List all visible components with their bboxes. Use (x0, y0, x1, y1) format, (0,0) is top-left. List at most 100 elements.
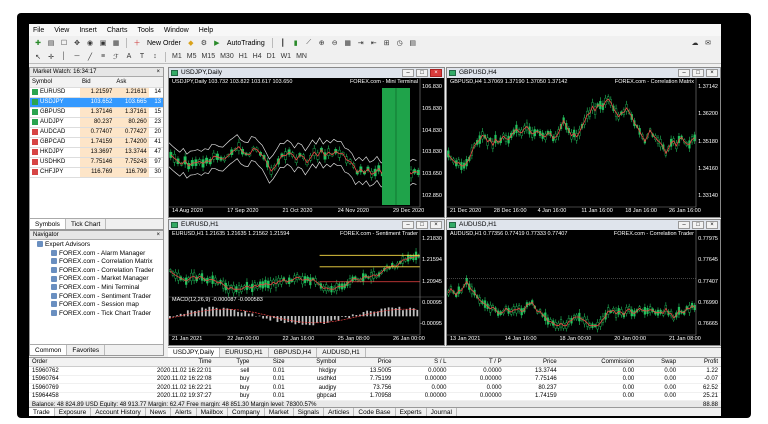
timeframe-mn[interactable]: MN (295, 52, 308, 62)
tab-symbols[interactable]: Symbols (30, 219, 66, 229)
menu-charts[interactable]: Charts (107, 27, 128, 34)
label-tool-icon[interactable]: T (137, 52, 147, 62)
terminal-header[interactable]: Swap (637, 358, 680, 367)
terminal-header[interactable]: Order (29, 358, 95, 367)
autotrading-icon[interactable]: ▶ (212, 38, 222, 48)
timeframe-d1[interactable]: D1 (266, 52, 277, 62)
close-icon[interactable]: × (430, 69, 442, 77)
channel-icon[interactable]: ≡ (98, 52, 108, 62)
nav-item[interactable]: FOREX.com - Market Manager (33, 275, 160, 284)
bar-chart-icon[interactable]: ┃ (278, 38, 288, 48)
timeframe-m15[interactable]: M15 (200, 52, 216, 62)
maximize-icon[interactable]: □ (416, 221, 428, 229)
templates-icon[interactable]: ▤ (408, 38, 418, 48)
column-header-ask[interactable]: Ask (114, 77, 149, 88)
column-header-symbol[interactable]: Symbol (30, 77, 80, 88)
order-row[interactable]: 15964458 2020.11.02 19:37:27 buy 0.01 gbpcad… (29, 392, 721, 401)
terminal-header[interactable]: Time (94, 358, 215, 367)
menu-tools[interactable]: Tools (137, 27, 153, 34)
column-header-bid[interactable]: Bid (79, 77, 115, 88)
chart-window-audusd[interactable]: AUDUSD,H1 – □ × AUDUSD,H1 0.77356 0.77419 0.… (446, 219, 721, 346)
tile-windows-icon[interactable]: ▦ (343, 38, 353, 48)
chart-tab-gbpusd[interactable]: GBPUSD,H4 (269, 348, 318, 357)
nav-expert-advisors[interactable]: Expert Advisors (33, 241, 160, 250)
terminal-header[interactable]: Price (339, 358, 395, 367)
new-order-button[interactable]: New Order (145, 40, 183, 47)
terminal-header[interactable]: S / L (394, 358, 450, 367)
cursor-icon[interactable]: ↖ (33, 52, 43, 62)
terminal-header[interactable]: Symbol (287, 358, 340, 367)
terminal-tab-news[interactable]: News (146, 408, 172, 416)
text-tool-icon[interactable]: A (124, 52, 134, 62)
chart-title-bar[interactable]: AUDUSD,H1 – □ × (447, 220, 720, 230)
chat-icon[interactable]: ☁ (690, 38, 700, 48)
close-icon[interactable]: × (156, 231, 160, 240)
chart-canvas[interactable] (169, 78, 444, 217)
nav-item[interactable]: FOREX.com - Session map (33, 301, 160, 310)
nav-item[interactable]: FOREX.com - Tick Chart Trader (33, 310, 160, 319)
chart-title-bar[interactable]: USDJPY,Daily – □ × (169, 68, 444, 78)
watch-row-usdhkd[interactable]: USDHKD 7.75146 7.75243 97 (30, 157, 163, 168)
watch-row-audjpy[interactable]: AUDJPY 80.237 80.260 23 (30, 117, 163, 128)
terminal-tab-experts[interactable]: Experts (396, 408, 427, 416)
terminal-header[interactable]: Profit (679, 358, 721, 367)
crosshair-icon[interactable]: ✛ (46, 52, 56, 62)
minimize-icon[interactable]: – (678, 221, 690, 229)
watch-row-audcad[interactable]: AUDCAD 0.77407 0.77427 20 (30, 127, 163, 138)
navigator-icon[interactable]: ◉ (85, 38, 95, 48)
period-icon[interactable]: ◷ (395, 38, 405, 48)
vertical-line-icon[interactable]: │ (59, 52, 69, 62)
terminal-header[interactable]: Price (504, 358, 560, 367)
new-order-icon[interactable]: ＋ (132, 38, 142, 48)
watch-row-hkdjpy[interactable]: HKDJPY 13.3697 13.3744 47 (30, 147, 163, 158)
terminal-header[interactable]: Size (252, 358, 288, 367)
options-icon[interactable]: ⚙ (199, 38, 209, 48)
terminal-tab-alerts[interactable]: Alerts (171, 408, 197, 416)
terminal-tab-company[interactable]: Company (228, 408, 265, 416)
zoom-in-icon[interactable]: ⊕ (317, 38, 327, 48)
profiles-icon[interactable]: ▤ (46, 38, 56, 48)
terminal-header[interactable]: Type (214, 358, 253, 367)
column-header-spread[interactable] (148, 77, 163, 88)
terminal-header[interactable]: T / P (449, 358, 505, 367)
zoom-out-icon[interactable]: ⊖ (330, 38, 340, 48)
watch-row-eurusd[interactable]: EURUSD 1.21597 1.21611 14 (30, 87, 163, 98)
autoscroll-icon[interactable]: ⇥ (356, 38, 366, 48)
terminal-icon[interactable]: ▣ (98, 38, 108, 48)
tab-favorites[interactable]: Favorites (67, 345, 106, 355)
close-icon[interactable]: × (706, 69, 718, 77)
order-row[interactable]: 15960769 2020.11.02 16:22:21 buy 0.01 audjpy… (29, 383, 721, 393)
close-icon[interactable]: × (430, 221, 442, 229)
terminal-tab-exposure[interactable]: Exposure (55, 408, 92, 416)
watch-row-gbpusd[interactable]: GBPUSD 1.37146 1.37161 15 (30, 107, 163, 118)
trendline-icon[interactable]: ╱ (85, 52, 95, 62)
order-row[interactable]: 15960764 2020.11.02 16:22:08 buy 0.01 usdhkd… (29, 375, 721, 384)
nav-item[interactable]: FOREX.com - Correlation Trader (33, 267, 160, 276)
terminal-tab-market[interactable]: Market (265, 408, 294, 416)
order-row[interactable]: 15960762 2020.11.02 16:22:01 sell 0.01 hkdjp… (29, 366, 721, 376)
terminal-header[interactable]: Commission (559, 358, 638, 367)
watch-row-usdjpy[interactable]: USDJPY 103.652 103.665 13 (30, 97, 163, 108)
chart-window-gbpusd[interactable]: GBPUSD,H4 – □ × GBPUSD,H4 1.37069 1.37190 1.… (446, 67, 721, 218)
new-chart-icon[interactable]: ✚ (33, 38, 43, 48)
terminal-tab-code-base[interactable]: Code Base (354, 408, 396, 416)
terminal-tab-mailbox[interactable]: Mailbox (197, 408, 229, 416)
arrows-icon[interactable]: ↕ (150, 52, 160, 62)
minimize-icon[interactable]: – (402, 221, 414, 229)
comment-icon[interactable]: ✉ (703, 38, 713, 48)
line-chart-icon[interactable]: ⟋ (304, 38, 314, 48)
metaeditor-icon[interactable]: ◆ (186, 38, 196, 48)
chart-title-bar[interactable]: EURUSD,H1 – □ × (169, 220, 444, 230)
candlestick-icon[interactable]: ▮ (291, 38, 301, 48)
terminal-tab-trade[interactable]: Trade (29, 408, 55, 416)
terminal-tab-signals[interactable]: Signals (294, 408, 325, 416)
maximize-icon[interactable]: □ (692, 69, 704, 77)
menu-window[interactable]: Window (164, 27, 189, 34)
terminal-tab-account-history[interactable]: Account History (91, 408, 146, 416)
tab-common[interactable]: Common (30, 345, 68, 355)
terminal-tab-journal[interactable]: Journal (427, 408, 457, 416)
chart-tab-audusd[interactable]: AUDUSD,H1 (317, 348, 366, 357)
tester-icon[interactable]: ▦ (111, 38, 121, 48)
timeframe-m5[interactable]: M5 (186, 52, 198, 62)
data-window-icon[interactable]: ✥ (72, 38, 82, 48)
